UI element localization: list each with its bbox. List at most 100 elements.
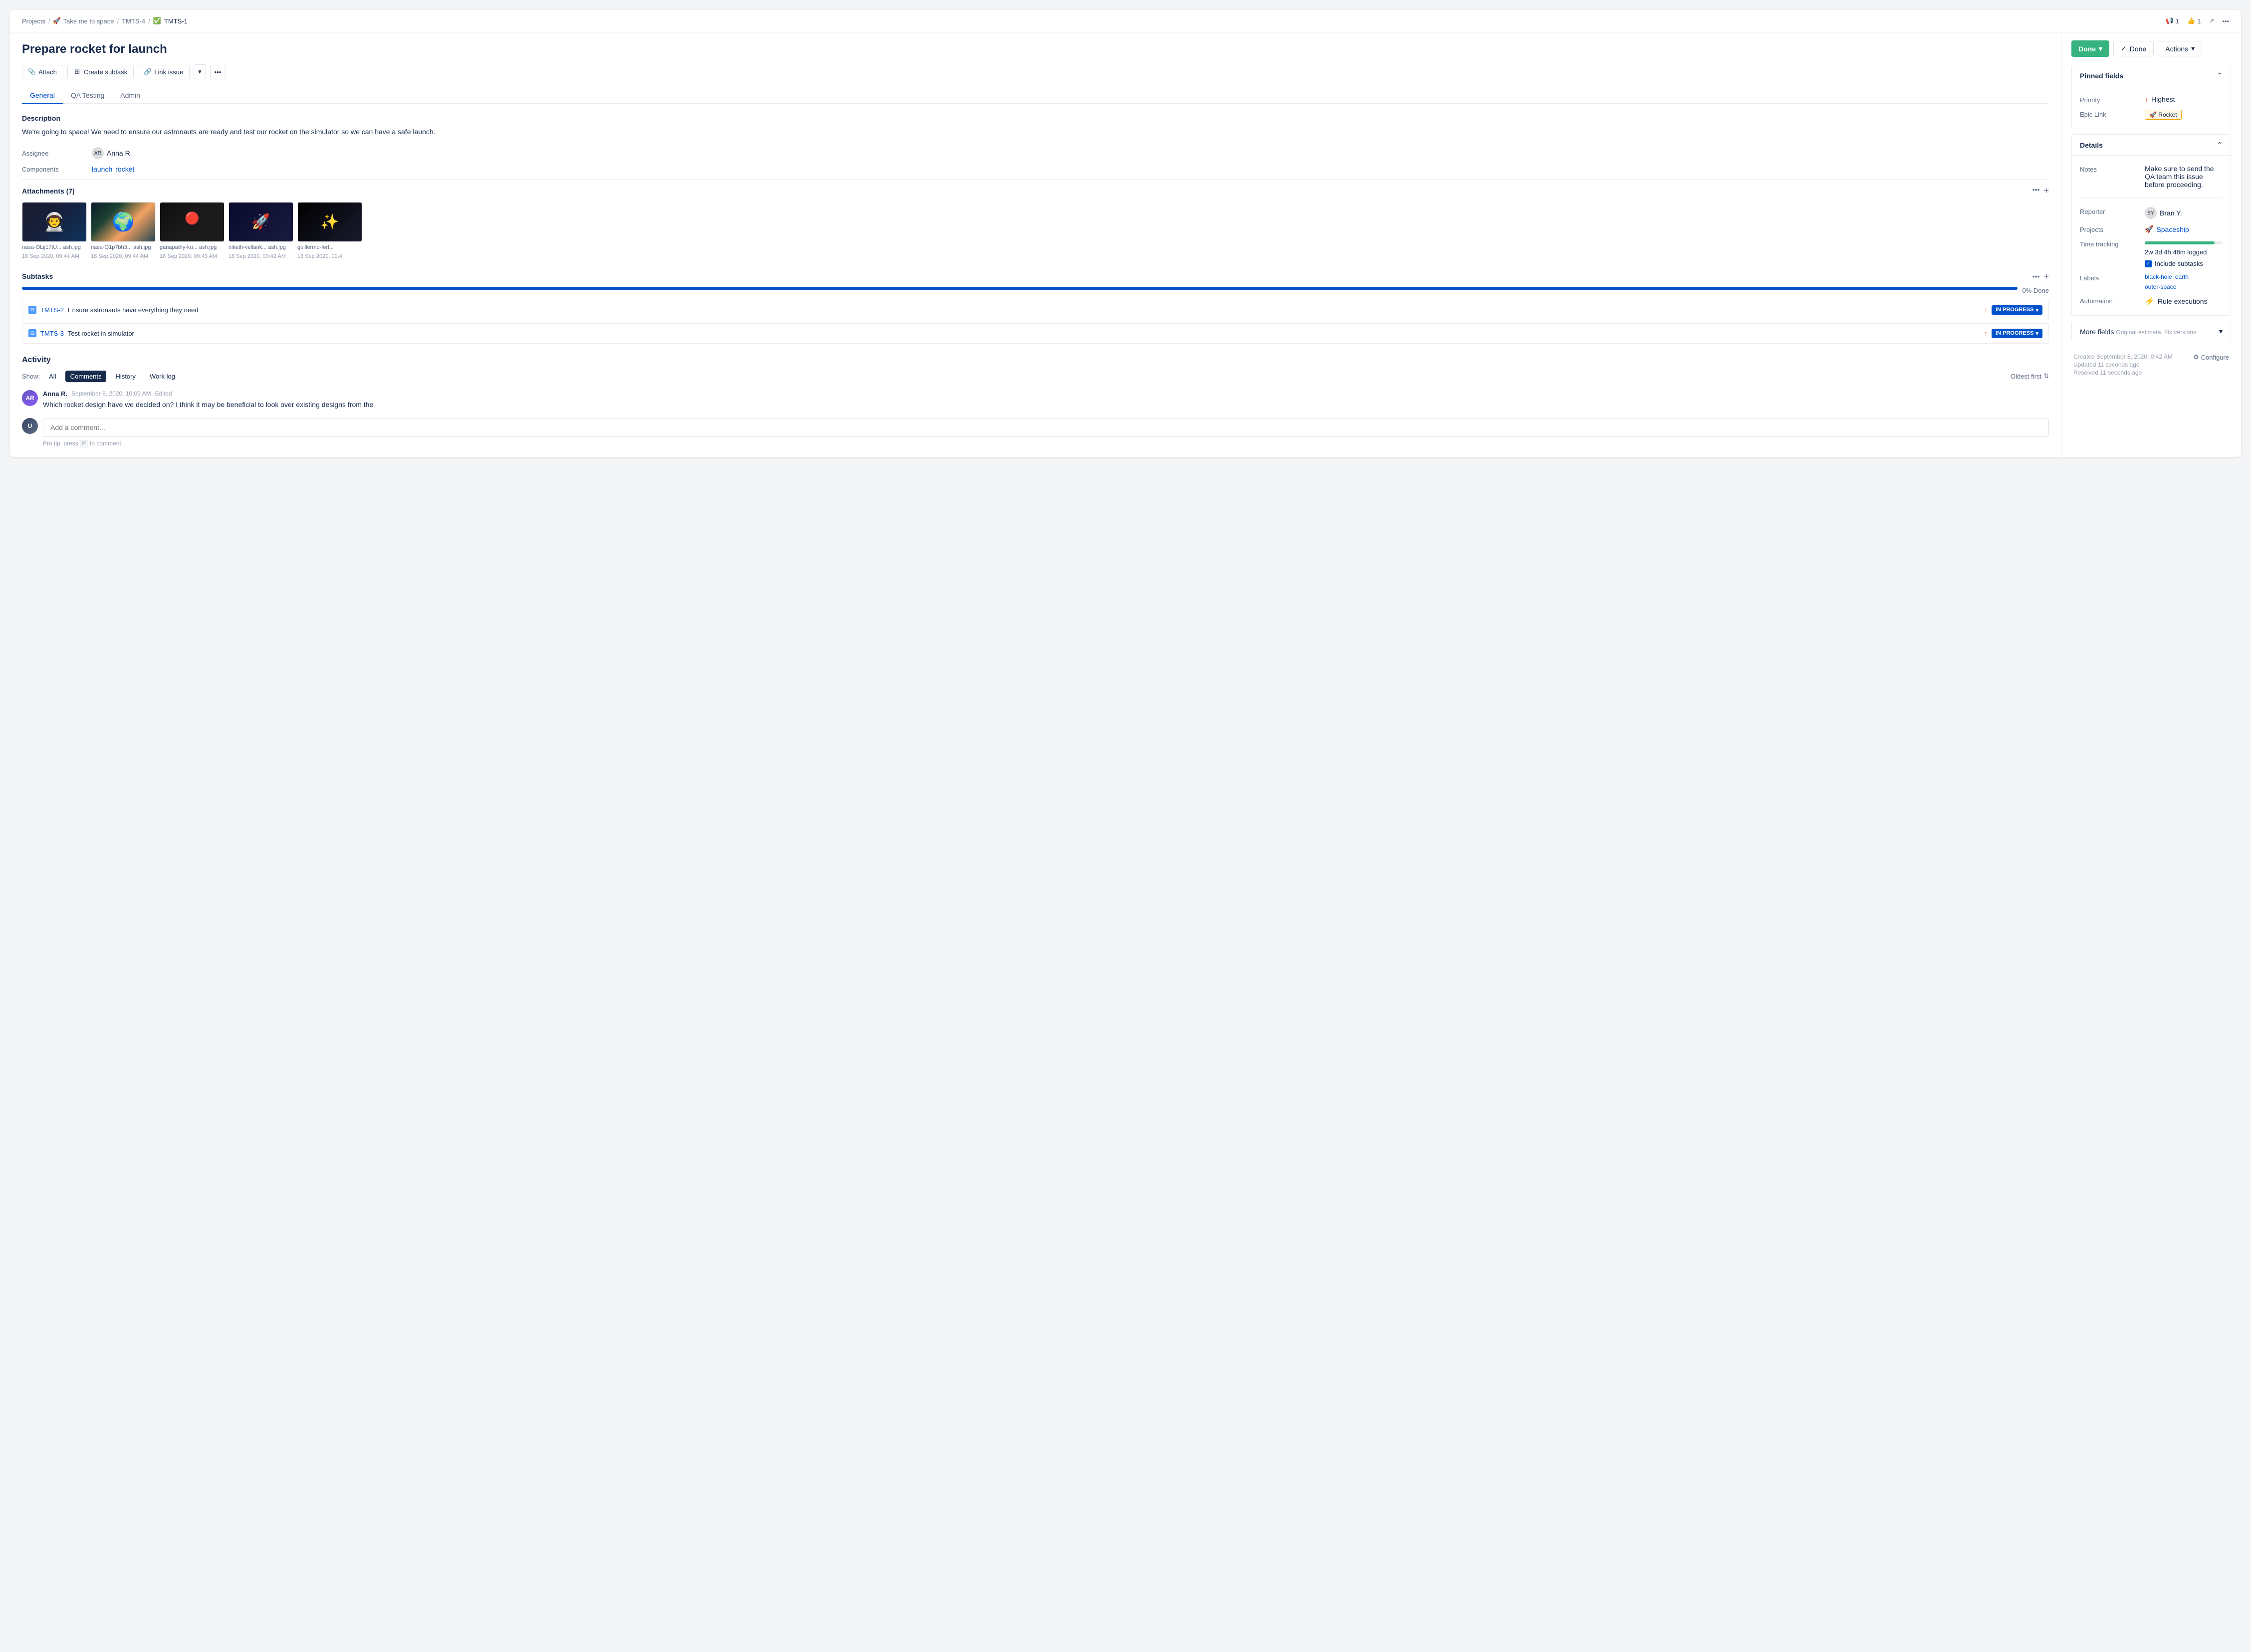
epic-badge[interactable]: 🚀 Rocket: [2145, 110, 2182, 120]
reporter-avatar: BY: [2145, 207, 2157, 219]
list-item: guillermo-ferl... 18 Sep 2020, 09:4: [297, 202, 362, 259]
table-row: ⊟ TMTS-2 Ensure astronauts have everythi…: [22, 300, 2049, 320]
priority-value: ↑ Highest: [2145, 95, 2223, 103]
priority-text: Highest: [2151, 95, 2175, 103]
component-rocket[interactable]: rocket: [115, 165, 134, 173]
like-button[interactable]: 👍 1: [2187, 17, 2201, 25]
more-button[interactable]: •••: [2222, 17, 2229, 25]
details-header[interactable]: Details ⌃: [2072, 135, 2231, 155]
subtasks-add-button[interactable]: +: [2043, 271, 2049, 282]
chevron-up-icon: ⌃: [2217, 141, 2223, 149]
left-panel: Prepare rocket for launch 📎 Attach ⊞ Cre…: [10, 32, 2061, 457]
comment-avatar: AR: [22, 390, 38, 406]
done-button[interactable]: Done ▾: [2071, 40, 2109, 57]
time-tracking-value: 2w 3d 4h 48m logged ✓ Include subtasks: [2145, 239, 2223, 267]
tab-admin[interactable]: Admin: [112, 87, 148, 104]
configure-button[interactable]: ⚙ Configure: [2193, 353, 2229, 361]
attach-button[interactable]: 📎 Attach: [22, 65, 63, 79]
comment-time: September 8, 2020, 10:09 AM: [71, 390, 151, 397]
subtask-id-2[interactable]: TMTS-3: [40, 330, 64, 337]
projects-value: 🚀 Spaceship: [2145, 225, 2223, 233]
automation-value: ⚡ Rule executions: [2145, 296, 2223, 306]
subtask-status-2[interactable]: IN PROGRESS ▾: [1992, 329, 2042, 338]
projects-label: Projects: [2080, 225, 2145, 233]
pinned-fields-title: Pinned fields: [2080, 72, 2123, 80]
comment-input[interactable]: [43, 418, 2049, 437]
attachment-thumb-5[interactable]: [297, 202, 362, 242]
attachments-add-button[interactable]: +: [2043, 186, 2049, 196]
attachment-thumb-3[interactable]: [160, 202, 225, 242]
filter-all[interactable]: All: [44, 371, 61, 382]
project-icon: 🚀: [53, 17, 60, 24]
subtask-icon: ⊞: [74, 68, 81, 75]
reporter-field-row: Reporter BY Bran Y.: [2080, 204, 2223, 222]
labels-field-row: Labels black-hole earth outer-space: [2080, 270, 2223, 293]
breadcrumb-project[interactable]: Take me to space: [63, 17, 114, 25]
tab-qa-testing[interactable]: QA Testing: [63, 87, 112, 104]
filter-worklog[interactable]: Work log: [145, 371, 180, 382]
filter-comments[interactable]: Comments: [65, 371, 107, 382]
description-heading: Description: [22, 114, 2049, 122]
include-subtasks-checkbox[interactable]: ✓: [2145, 260, 2152, 267]
tab-general[interactable]: General: [22, 87, 63, 104]
resolved-date: Resolved 11 seconds ago: [2073, 369, 2173, 376]
attachment-name-3: ganapathy-ku... ash.jpg: [160, 244, 225, 251]
actions-button[interactable]: Actions ▾: [2158, 41, 2202, 56]
watch-count: 1: [2176, 17, 2179, 25]
components-value: launch rocket: [92, 165, 134, 173]
attachment-thumb-1[interactable]: [22, 202, 87, 242]
toolbar-dropdown-button[interactable]: ▾: [194, 64, 206, 79]
subtask-status-1[interactable]: IN PROGRESS ▾: [1992, 305, 2042, 315]
details-section: Details ⌃ Notes Make sure to send the QA…: [2071, 134, 2231, 316]
chevron-down-icon: ▾: [198, 68, 202, 76]
priority-icon-1: ↑: [1984, 306, 1988, 314]
attachment-name-1: nasa-OLij17tU... ash.jpg: [22, 244, 87, 251]
more-fields-header[interactable]: More fields Original estimate, Fix versi…: [2072, 321, 2231, 342]
issue-tabs: General QA Testing Admin: [22, 87, 2049, 104]
label-earth[interactable]: earth: [2175, 273, 2189, 280]
share-button[interactable]: ↗: [2209, 17, 2214, 25]
thumbsup-icon: 👍: [2187, 17, 2195, 25]
toolbar-more-button[interactable]: •••: [210, 65, 226, 79]
epic-value: 🚀 Rocket: [2145, 110, 2223, 120]
comment-edited: Edited: [155, 390, 172, 397]
label-outer-space[interactable]: outer-space: [2145, 283, 2176, 290]
list-item: ganapathy-ku... ash.jpg 18 Sep 2020, 09:…: [160, 202, 225, 259]
chevron-down-icon: ▾: [2035, 307, 2038, 313]
filter-history[interactable]: History: [110, 371, 140, 382]
sort-button[interactable]: Oldest first ⇅: [2011, 372, 2049, 380]
attachment-date-1: 18 Sep 2020, 09:44 AM: [22, 253, 87, 259]
list-item: niketh-vellank... ash.jpg 18 Sep 2020, 0…: [228, 202, 293, 259]
comment-text: Which rocket design have we decided on? …: [43, 400, 2049, 410]
attachments-more-button[interactable]: •••: [2032, 186, 2040, 196]
component-launch[interactable]: launch: [92, 165, 112, 173]
status-row: Done ▾ ✓ Done Actions ▾: [2071, 40, 2231, 57]
labels-value: black-hole earth outer-space: [2145, 273, 2223, 290]
projects-link[interactable]: Spaceship: [2156, 225, 2189, 233]
subtask-id-1[interactable]: TMTS-2: [40, 306, 64, 314]
attachment-thumb-2[interactable]: [91, 202, 156, 242]
assignee-value: AR Anna R.: [92, 147, 132, 159]
pro-tip-key: M: [80, 440, 88, 447]
done-check-button[interactable]: ✓ Done: [2113, 41, 2154, 56]
reporter-value: BY Bran Y.: [2145, 207, 2223, 219]
link-issue-button[interactable]: 🔗 Link issue: [138, 65, 190, 79]
share-icon: ↗: [2209, 17, 2214, 25]
pinned-fields-header[interactable]: Pinned fields ⌃: [2072, 65, 2231, 86]
subtask-type-icon: ⊟: [28, 329, 36, 337]
subtasks-more-button[interactable]: •••: [2032, 272, 2040, 280]
attachment-thumb-4[interactable]: [228, 202, 293, 242]
label-black-hole[interactable]: black-hole: [2145, 273, 2172, 280]
breadcrumb-parent[interactable]: TMTS-4: [122, 17, 145, 25]
subtasks-progress-fill: [22, 287, 2018, 290]
description-section: Description We're going to space! We nee…: [22, 114, 2049, 137]
create-subtask-button[interactable]: ⊞ Create subtask: [67, 65, 134, 79]
components-row: Components launch rocket: [22, 165, 2049, 173]
header-actions: 📢 1 👍 1 ↗ •••: [2166, 17, 2229, 25]
attachment-date-5: 18 Sep 2020, 09:4: [297, 253, 362, 259]
watch-button[interactable]: 📢 1: [2166, 17, 2179, 25]
attachment-date-4: 18 Sep 2020, 09:42 AM: [228, 253, 293, 259]
priority-field-row: Priority ↑ Highest: [2080, 92, 2223, 107]
breadcrumb-projects[interactable]: Projects: [22, 17, 45, 25]
attachment-name-5: guillermo-ferl...: [297, 244, 362, 251]
